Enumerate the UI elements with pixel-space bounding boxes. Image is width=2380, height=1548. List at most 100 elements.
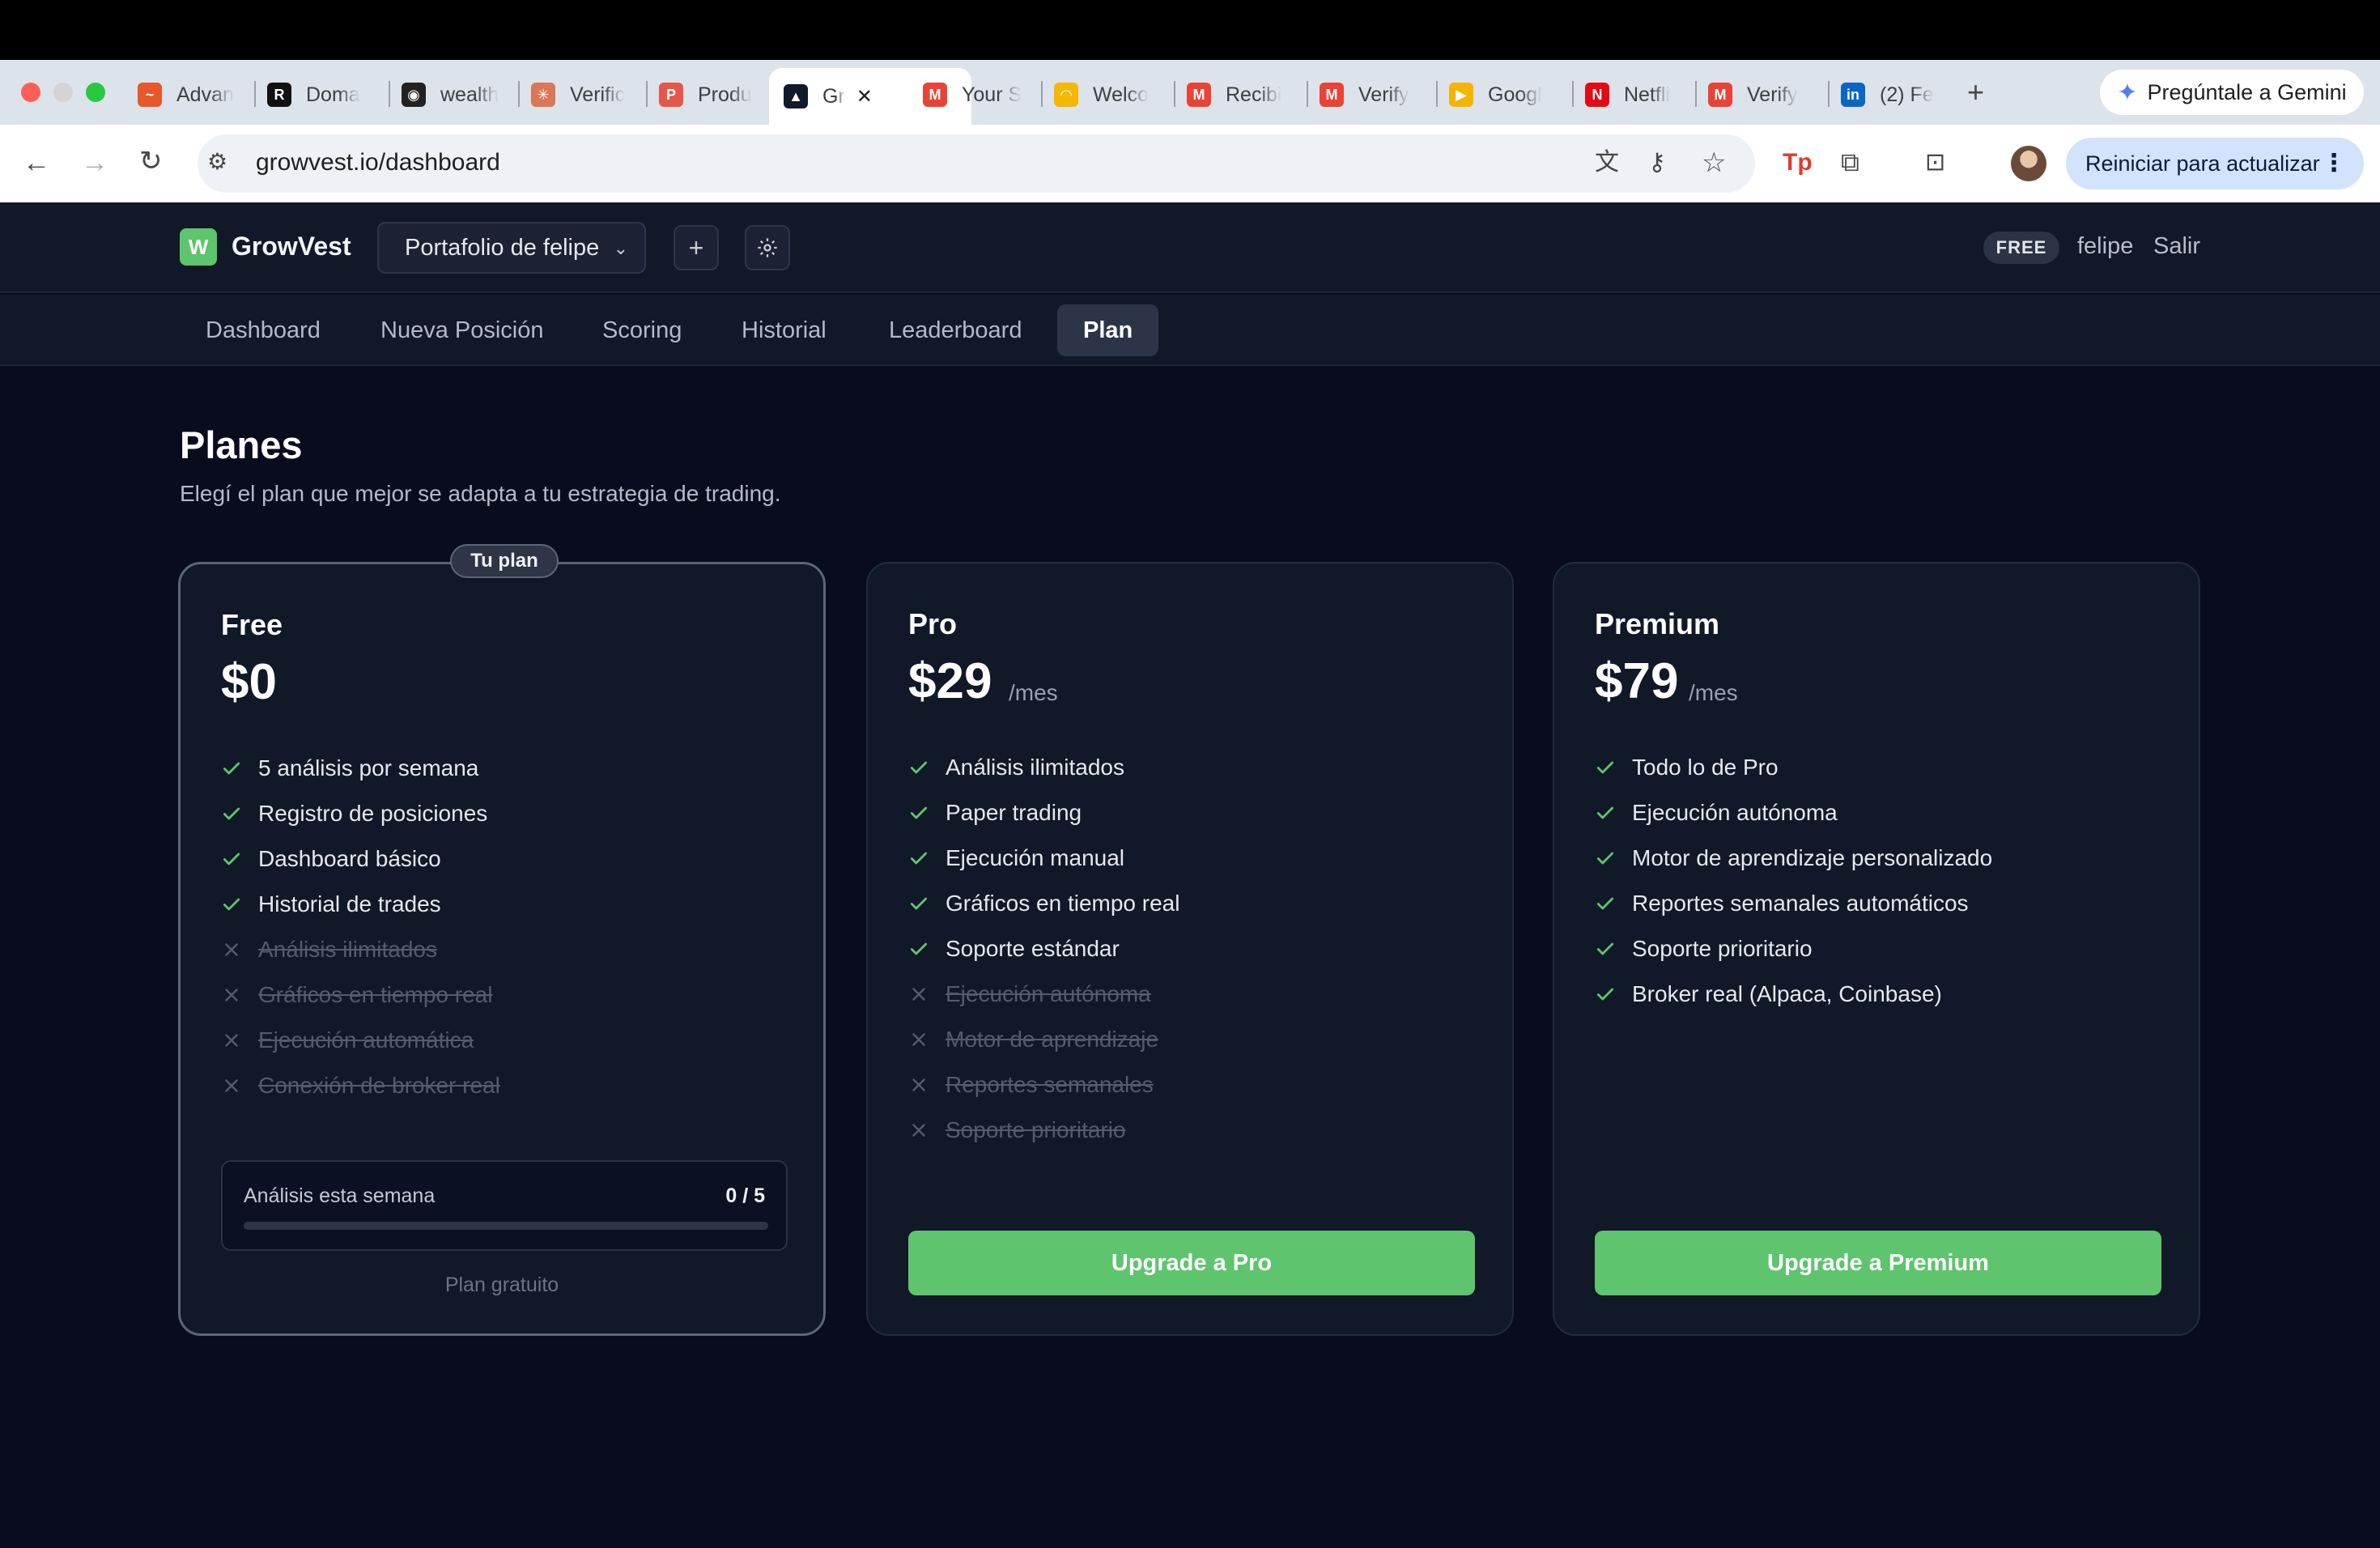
nav-nueva-posicion[interactable]: Nueva Posición — [355, 304, 570, 356]
feature-included: Broker real (Alpaca, Coinbase) — [1595, 978, 1942, 1010]
growvest-logo[interactable]: W — [180, 228, 217, 266]
browser-tab[interactable]: M Recibi — [1187, 70, 1287, 120]
tab-label: Recibi — [1226, 83, 1282, 106]
back-icon[interactable]: ← — [23, 149, 50, 176]
feature-excluded: Motor de aprendizaje — [908, 1023, 1158, 1056]
tab-separator — [1041, 81, 1043, 107]
window-close-button[interactable] — [21, 83, 40, 102]
reload-icon[interactable]: ↻ — [139, 147, 163, 175]
upgrade-pro-button[interactable]: Upgrade a Pro — [908, 1231, 1475, 1295]
add-portfolio-button[interactable]: + — [674, 225, 719, 270]
feature-included: Registro de posiciones — [221, 797, 487, 830]
translate-icon[interactable]: 文 — [1595, 151, 1619, 175]
extensions-puzzle-icon[interactable]: ⧉ — [1841, 149, 1859, 175]
check-icon — [1595, 938, 1616, 959]
nav-scoring[interactable]: Scoring — [576, 304, 708, 356]
browser-tab[interactable]: N Netfli — [1585, 70, 1674, 120]
site-info-icon[interactable]: ⚙ — [207, 151, 227, 173]
check-icon — [1595, 848, 1616, 869]
tab-label: Advan — [176, 83, 234, 106]
tab-favicon-icon: M — [923, 83, 947, 107]
browser-tab[interactable]: P Produ — [659, 70, 756, 120]
nav-dashboard[interactable]: Dashboard — [180, 304, 346, 356]
portfolio-select[interactable]: Portafolio de felipe ⌄ — [377, 222, 646, 274]
extension-tp-icon[interactable]: Tp — [1783, 151, 1813, 175]
profile-avatar[interactable] — [2011, 146, 2046, 181]
tab-separator — [389, 81, 390, 107]
browser-tab[interactable]: R Doma — [267, 70, 366, 120]
nav-leaderboard[interactable]: Leaderboard — [863, 304, 1048, 356]
tab-favicon-icon: in — [1841, 83, 1865, 107]
bookmark-star-icon[interactable]: ☆ — [1702, 149, 1726, 176]
feature-excluded: Conexión de broker real — [221, 1070, 500, 1102]
portfolio-settings-button[interactable] — [745, 225, 790, 270]
tab-search-icon[interactable]: ⊡ — [1925, 151, 1945, 175]
tab-favicon-icon: N — [1585, 83, 1609, 107]
check-icon — [1595, 802, 1616, 823]
more-options-icon[interactable]: ⋮ — [2322, 149, 2346, 177]
plan-name: Premium — [1595, 607, 1720, 640]
username-label[interactable]: felipe — [2077, 233, 2133, 260]
window-minimize-button[interactable] — [53, 83, 73, 102]
feature-text: Gráficos en tiempo real — [258, 982, 493, 1007]
feature-text: Paper trading — [946, 800, 1082, 825]
browser-tab[interactable]: ◉ wealth — [402, 70, 499, 120]
brand-name[interactable]: GrowVest — [232, 232, 351, 262]
tab-separator — [1572, 81, 1574, 107]
browser-tab[interactable]: ◠ Welco — [1054, 70, 1154, 120]
feature-included: Gráficos en tiempo real — [908, 887, 1179, 920]
check-icon — [908, 757, 929, 778]
tab-label: Verific — [570, 83, 626, 106]
url-text[interactable]: growvest.io/dashboard — [256, 149, 500, 176]
feature-included: Soporte prioritario — [1595, 933, 1813, 965]
logout-link[interactable]: Salir — [2153, 233, 2200, 260]
close-tab-icon[interactable]: ✕ — [856, 85, 873, 108]
tab-separator — [1695, 81, 1697, 107]
check-icon — [908, 848, 929, 869]
browser-tab[interactable]: ▶ Googl — [1449, 70, 1554, 120]
browser-tab[interactable]: ~ Advan — [138, 70, 235, 120]
feature-included: Historial de trades — [221, 888, 441, 921]
browser-tab[interactable]: M Verify — [1708, 70, 1808, 120]
gemini-button[interactable]: ✦ Pregúntale a Gemini — [2100, 70, 2364, 115]
feature-text: Ejecución manual — [946, 845, 1125, 870]
current-plan-note: Plan gratuito — [444, 1274, 559, 1296]
page-title: Planes — [180, 423, 303, 466]
usage-count: 0 / 5 — [725, 1184, 765, 1207]
tab-favicon-icon: M — [1187, 83, 1211, 107]
nav-historial[interactable]: Historial — [716, 304, 852, 356]
browser-tab[interactable]: in (2) Fe — [1841, 70, 1938, 120]
feature-excluded: Ejecución autónoma — [908, 978, 1151, 1010]
forward-icon[interactable]: → — [81, 149, 108, 176]
upgrade-premium-button[interactable]: Upgrade a Premium — [1595, 1231, 2161, 1295]
tab-favicon-icon: ◉ — [402, 83, 426, 107]
tab-label: Doma — [306, 83, 360, 106]
feature-text: Soporte prioritario — [1632, 936, 1813, 961]
restart-to-update-button[interactable]: Reiniciar para actualizar ⋮ — [2066, 138, 2364, 189]
x-icon — [908, 1074, 929, 1095]
check-icon — [908, 938, 929, 959]
tab-label: Verify — [1358, 83, 1409, 106]
gear-icon — [758, 238, 777, 257]
feature-included: Paper trading — [908, 797, 1082, 829]
plan-card-pro: Pro $29 /mes Upgrade a Pro Análisis ilim… — [866, 562, 1514, 1336]
check-icon — [1595, 893, 1616, 914]
window-maximize-button[interactable] — [86, 83, 105, 102]
browser-tab[interactable]: ✳ Verific — [531, 70, 630, 120]
tab-label: (2) Fe — [1880, 83, 1934, 106]
plan-price: $79 — [1595, 653, 1679, 709]
tab-label: Googl — [1488, 83, 1542, 106]
feature-text: Análisis ilimitados — [946, 755, 1124, 780]
tab-separator — [518, 81, 520, 107]
password-key-icon[interactable]: ⚷ — [1648, 151, 1666, 175]
feature-text: Reportes semanales — [946, 1072, 1154, 1097]
new-tab-icon[interactable]: + — [1967, 78, 1984, 107]
chevron-down-icon: ⌄ — [613, 238, 628, 258]
nav-plan[interactable]: Plan — [1057, 304, 1159, 356]
plan-period: /mes — [1009, 680, 1058, 705]
feature-included: 5 análisis por semana — [221, 752, 478, 785]
browser-tab[interactable]: M Verify — [1320, 70, 1417, 120]
tab-favicon-icon: ▶ — [1449, 83, 1473, 107]
browser-tab[interactable]: M Your S — [923, 70, 1022, 120]
tab-separator — [1828, 81, 1830, 107]
